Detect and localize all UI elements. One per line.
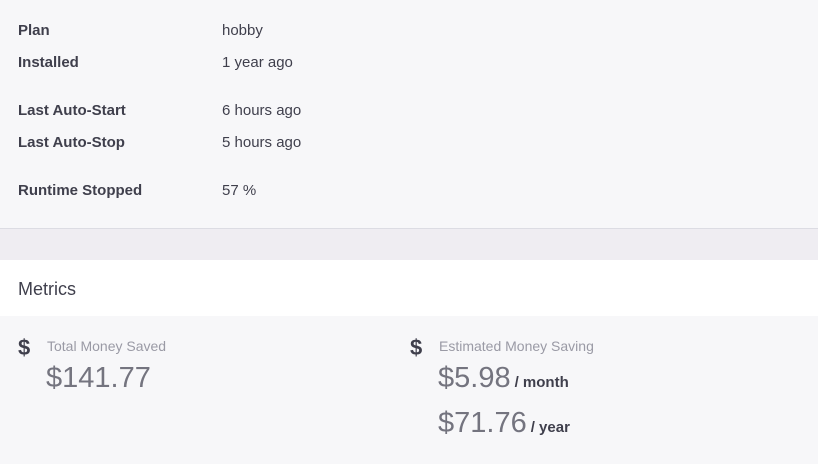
metric-total-money-saved: $ Total Money Saved $141.77: [0, 316, 400, 464]
detail-label: Runtime Stopped: [18, 182, 143, 199]
monthly-saving: $5.98/ month: [438, 361, 569, 400]
dollar-icon: $: [410, 335, 423, 360]
monthly-value: $5.98: [438, 362, 511, 394]
detail-value: hobby: [222, 22, 263, 39]
metric-estimated-money-saving: $ Estimated Money Saving $5.98/ month $7…: [400, 316, 818, 464]
detail-value: 1 year ago: [222, 54, 293, 71]
monthly-unit: / month: [514, 374, 569, 391]
dollar-icon: $: [18, 335, 31, 360]
metric-value: $141.77: [46, 362, 151, 394]
section-divider: [0, 229, 818, 260]
app-details-panel: Plan hobby Installed 1 year ago Last Aut…: [0, 0, 818, 229]
metrics-header: Metrics: [0, 260, 818, 316]
yearly-value: $71.76: [438, 407, 527, 439]
detail-label: Installed: [18, 54, 79, 71]
metric-label: Estimated Money Saving: [439, 338, 594, 354]
detail-value: 57 %: [222, 182, 257, 199]
yearly-unit: / year: [530, 419, 570, 436]
metrics-body: $ Total Money Saved $141.77 $ Estimated …: [0, 316, 818, 464]
detail-label: Last Auto-Start: [18, 102, 126, 119]
metric-label: Total Money Saved: [47, 338, 167, 354]
metrics-title: Metrics: [18, 279, 76, 299]
detail-value: 5 hours ago: [222, 134, 302, 151]
yearly-saving: $71.76/ year: [438, 406, 570, 445]
detail-label: Last Auto-Stop: [18, 134, 125, 151]
detail-label: Plan: [18, 22, 50, 39]
detail-value: 6 hours ago: [222, 102, 302, 119]
